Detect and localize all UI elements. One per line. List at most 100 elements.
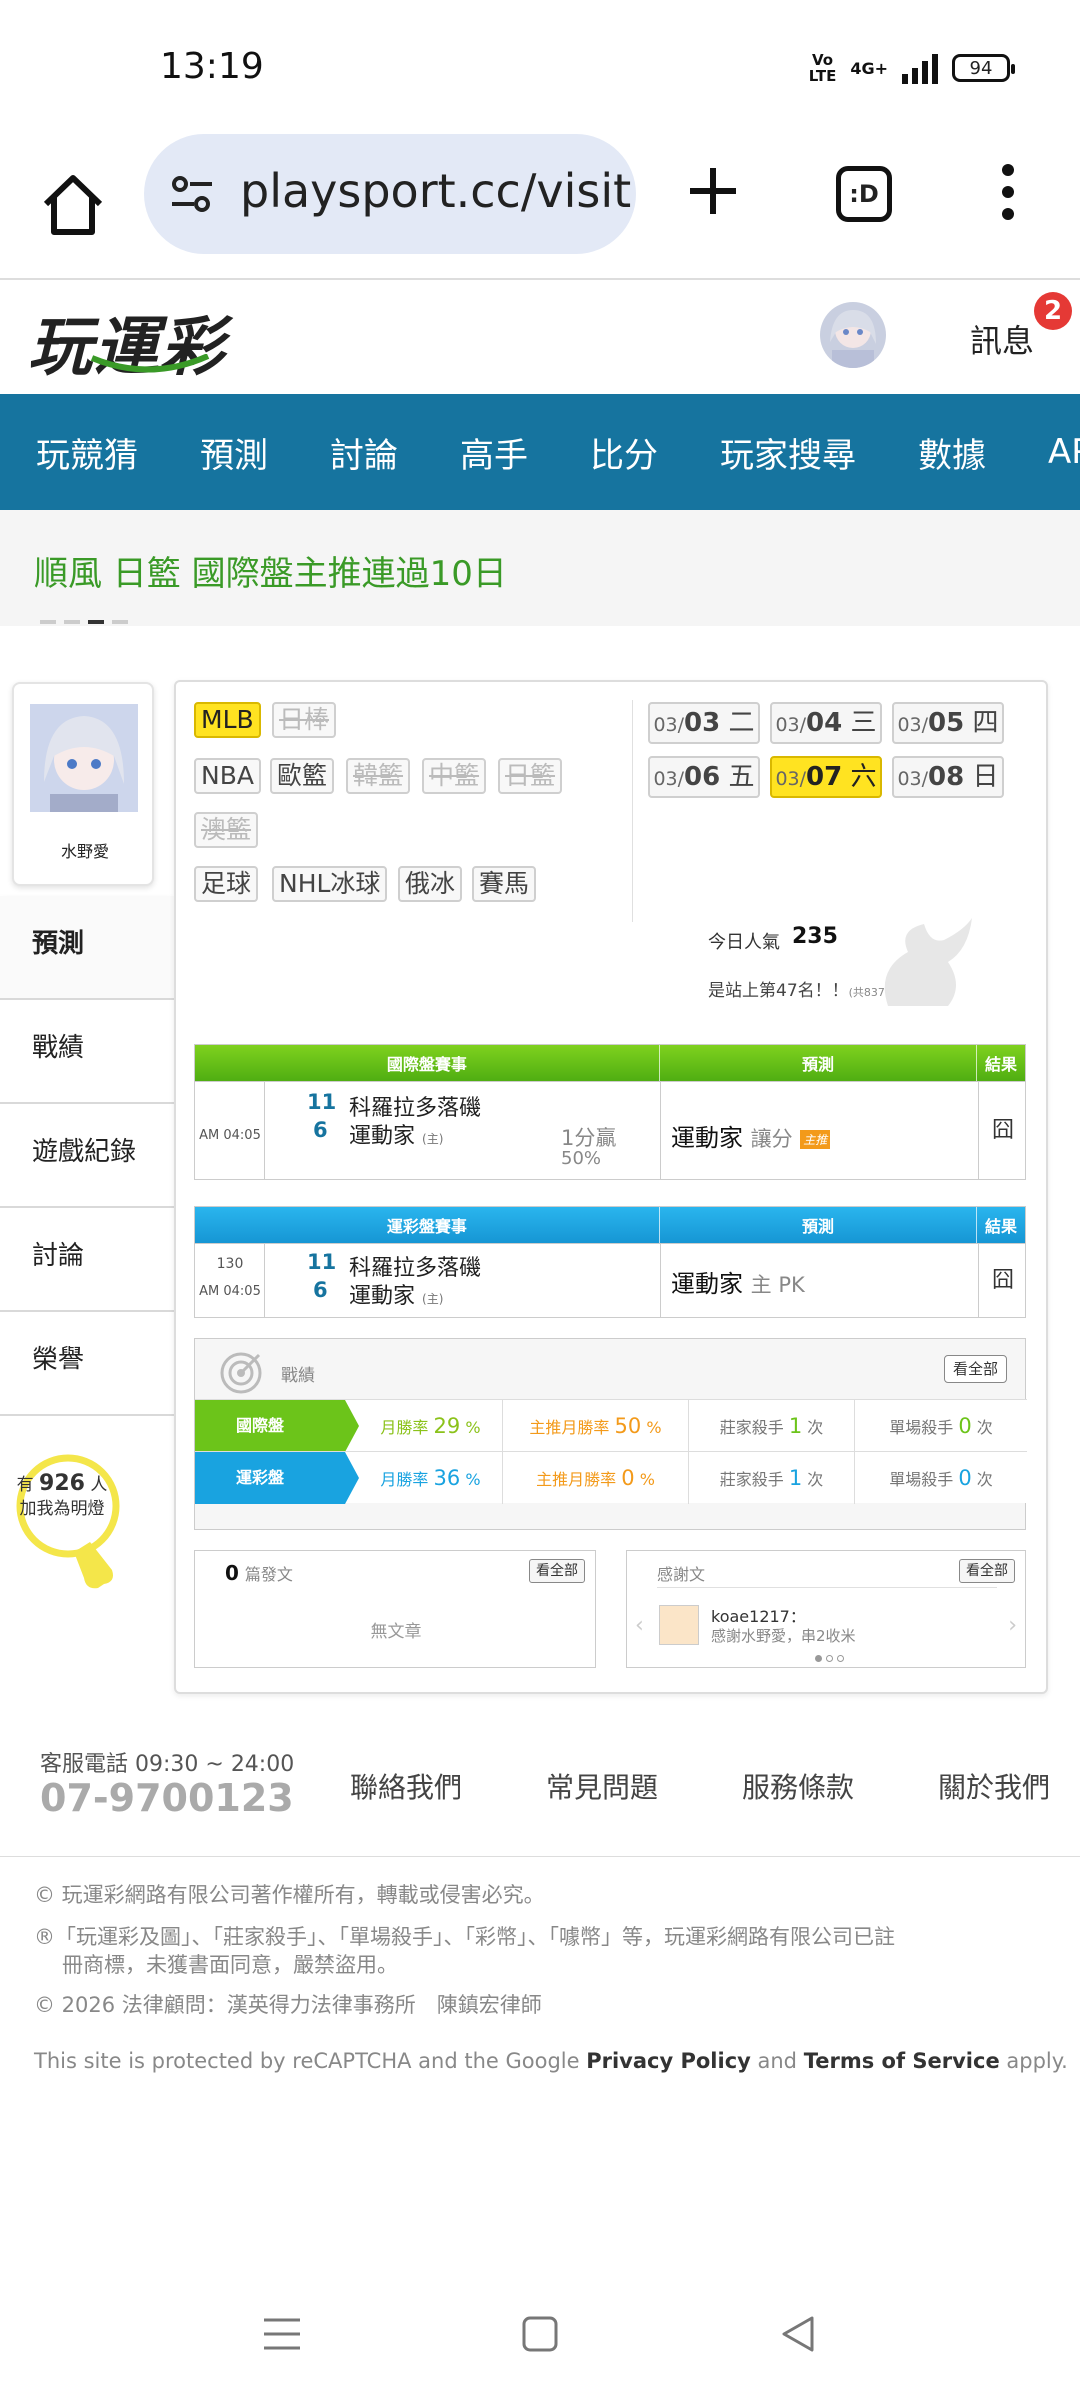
site-settings-icon[interactable]: [170, 174, 214, 214]
nav-item-scores[interactable]: 比分: [590, 428, 658, 477]
posts-view-all-button[interactable]: 看全部: [529, 1559, 585, 1583]
team-home: 運動家: [349, 1124, 416, 1149]
date-0307[interactable]: 03/07 六: [770, 756, 882, 798]
nav-item-player-search[interactable]: 玩家搜尋: [720, 428, 856, 477]
lottery-table-header: 運彩盤賽事 預測 結果: [195, 1207, 1025, 1243]
back-icon[interactable]: [778, 2314, 818, 2354]
announcement-banner: 順風 日籃 國際盤主推連過10日: [0, 510, 1080, 626]
sport-tag-nba[interactable]: NBA: [194, 758, 261, 794]
game-time: AM 04:05: [199, 1284, 261, 1299]
nav-item-discuss[interactable]: 討論: [330, 428, 398, 477]
posts-empty: 無文章: [370, 1622, 422, 1642]
date-0305[interactable]: 03/05 四: [892, 702, 1004, 744]
thanks-user[interactable]: koae1217：: [711, 1603, 806, 1627]
new-tab-icon[interactable]: [686, 164, 740, 218]
lottery-main-rate: 主推月勝率 0 %: [503, 1452, 689, 1504]
date-0303[interactable]: 03/03 二: [648, 702, 760, 744]
thanks-view-all-button[interactable]: 看全部: [959, 1559, 1015, 1583]
nav-item-app[interactable]: APP: [1048, 432, 1080, 472]
date-0304[interactable]: 03/04 三: [770, 702, 882, 744]
logo-swoosh-icon: [90, 354, 210, 373]
date-0308[interactable]: 03/08 日: [892, 756, 1004, 798]
terms-of-service-link[interactable]: Terms of Service: [804, 2049, 1000, 2073]
result-icon: 囧: [991, 1268, 1014, 1293]
tab-switcher-button[interactable]: :D: [836, 166, 892, 222]
battery-icon: 94: [952, 54, 1015, 82]
score-away: 11: [307, 1090, 337, 1114]
sport-tag-soccer[interactable]: 足球: [194, 866, 259, 902]
footer-link-about[interactable]: 關於我們: [938, 1766, 1050, 1806]
sport-tag-khl[interactable]: 俄冰: [398, 866, 463, 902]
score-home: 6: [313, 1118, 328, 1142]
sport-tag-nhl[interactable]: NHL冰球: [272, 866, 388, 902]
sport-tag-euro-bball[interactable]: 歐籃: [270, 758, 335, 794]
prediction-cell: 運動家 讓分 主推: [661, 1082, 979, 1180]
nav-item-guess[interactable]: 玩競猜: [36, 428, 138, 477]
support-phone[interactable]: 07-9700123: [40, 1776, 294, 1820]
profile-card: 水野愛: [12, 682, 154, 886]
prediction-pick: 運動家 主 PK: [671, 1270, 805, 1298]
battery-level: 94: [969, 57, 993, 79]
announcement-text[interactable]: 順風 日籃 國際盤主推連過10日: [34, 546, 507, 595]
status-icons: Vo LTE 4G+ 94: [809, 48, 1015, 88]
home-nav-icon[interactable]: [520, 2314, 560, 2354]
posts-title: 0 篇發文: [225, 1561, 293, 1585]
profile-menu-discuss[interactable]: 討論: [0, 1208, 174, 1312]
header-game: 國際盤賽事: [195, 1045, 660, 1081]
footer-recaptcha: This site is protected by reCAPTCHA and …: [34, 2049, 1068, 2073]
footer-link-terms[interactable]: 服務條款: [742, 1766, 854, 1806]
site-logo[interactable]: 玩運彩: [28, 296, 226, 388]
network-type: 4G+: [850, 58, 888, 78]
nav-item-data[interactable]: 數據: [918, 428, 986, 477]
thanks-title: 感謝文: [657, 1565, 706, 1584]
footer-copyright: © 玩運彩網路有限公司著作權所有，轉載或侵害必究。: [34, 1883, 545, 1907]
popularity-value: 235: [792, 924, 838, 949]
record-view-all-button[interactable]: 看全部: [943, 1355, 1007, 1383]
status-time: 13:19: [160, 46, 264, 87]
profile-username: 水野愛: [60, 842, 109, 861]
record-label-lottery: 運彩盤: [195, 1452, 359, 1504]
address-bar[interactable]: playsport.cc/visit: [144, 134, 636, 254]
more-menu-icon[interactable]: [998, 164, 1018, 224]
profile-menu-record[interactable]: 戰績: [0, 1000, 174, 1104]
target-icon: [220, 1352, 262, 1394]
record-row-lottery: 運彩盤 月勝率 36 % 主推月勝率 0 % 莊家殺手 1 次 單場殺手 0 次: [195, 1451, 1027, 1504]
messages-link[interactable]: 訊息: [970, 316, 1034, 362]
recent-apps-icon[interactable]: [262, 2314, 302, 2354]
sport-tag-nbl: 澳籃: [194, 812, 259, 848]
team-home-wrap: 運動家 (主): [349, 1278, 443, 1310]
fans-info[interactable]: 有 926 人 加我為明燈: [10, 1472, 114, 1521]
nav-item-experts[interactable]: 高手: [460, 428, 528, 477]
game-cell: 11 6 科羅拉多落磯 運動家 (主): [265, 1244, 661, 1318]
team-home: 運動家: [349, 1284, 416, 1309]
sport-tag-mlb[interactable]: MLB: [194, 702, 261, 738]
home-mark: (主): [422, 1132, 444, 1146]
nav-item-predict[interactable]: 預測: [200, 428, 268, 477]
system-nav-bar: [0, 2300, 1080, 2400]
thanks-message[interactable]: 感謝水野愛，串2收米: [711, 1625, 856, 1646]
next-arrow-icon[interactable]: ›: [1008, 1613, 1017, 1638]
table-row[interactable]: AM 04:05 11 6 科羅拉多落磯 運動家 (主) 1分贏 50% 運動家…: [195, 1081, 1025, 1180]
record-panel: 戰績 看全部 國際盤 月勝率 29 % 主推月勝率 50 % 莊家殺手 1 次 …: [194, 1338, 1027, 1530]
user-avatar[interactable]: [820, 302, 886, 368]
game-time-cell: 130 AM 04:05: [195, 1244, 265, 1318]
game-code: 130: [216, 1256, 244, 1272]
site-header: 玩運彩 訊息 2: [0, 280, 1080, 394]
divider: [632, 700, 633, 922]
handicap-pct: 50%: [561, 1148, 602, 1169]
footer-link-faq[interactable]: 常見問題: [546, 1766, 658, 1806]
home-icon[interactable]: [38, 170, 108, 240]
profile-menu-predict[interactable]: 預測: [0, 896, 174, 1000]
url-text[interactable]: playsport.cc/visit: [240, 164, 631, 218]
profile-menu-game-log[interactable]: 遊戲紀錄: [0, 1104, 174, 1208]
footer-trademark-1: ®「玩運彩及圖」、「莊家殺手」、「單場殺手」、「彩幣」、「噱幣」等，玩運彩網路有…: [34, 1925, 895, 1949]
profile-menu-honor[interactable]: 榮譽: [0, 1312, 174, 1416]
prev-arrow-icon[interactable]: ‹: [635, 1613, 644, 1638]
intl-month-rate: 月勝率 29 %: [359, 1400, 503, 1452]
date-0306[interactable]: 03/06 五: [648, 756, 760, 798]
table-row[interactable]: 130 AM 04:05 11 6 科羅拉多落磯 運動家 (主) 運動家 主 P…: [195, 1243, 1025, 1318]
sport-tag-horse[interactable]: 賽馬: [472, 866, 537, 902]
footer-links: 聯絡我們 常見問題 服務條款 關於我們: [350, 1766, 1050, 1806]
privacy-policy-link[interactable]: Privacy Policy: [586, 2049, 751, 2073]
footer-link-contact[interactable]: 聯絡我們: [350, 1766, 462, 1806]
